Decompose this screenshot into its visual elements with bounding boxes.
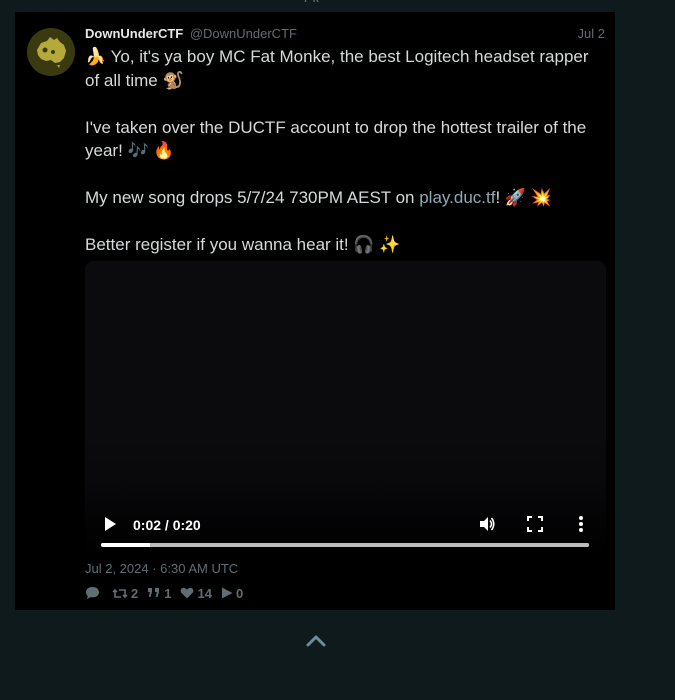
display-name[interactable]: DownUnderCTF [85, 26, 183, 41]
speech-bubble-icon [86, 587, 99, 599]
volume-icon[interactable] [478, 515, 496, 533]
tweet-body: 🍌 Yo, it's ya boy MC Fat Monke, the best… [85, 45, 595, 280]
video-controls: 0:02 / 0:20 [85, 482, 606, 552]
play-count: 0 [235, 585, 244, 601]
play-duc-tf-link[interactable]: play.duc.tf [419, 188, 495, 207]
page: ᴾ ᴿ DownUnderCTF @DownUnderCTF Jul 2 🍌 Y… [0, 0, 675, 700]
banana-emoji: 🍌 [85, 47, 107, 66]
tweet-paragraph-1: 🍌 Yo, it's ya boy MC Fat Monke, the best… [85, 45, 595, 92]
rocket-collision-emoji: 🚀 💥 [504, 188, 552, 207]
retweet-stat[interactable]: 2 [112, 586, 138, 601]
retweet-icon [112, 588, 128, 598]
tweet-paragraph-2: I've taken over the DUCTF account to dro… [85, 116, 595, 163]
fullscreen-icon[interactable] [526, 515, 544, 533]
music-fire-emoji: 🎶 🔥 [127, 141, 175, 160]
retweet-count: 2 [131, 585, 139, 601]
video-progress-fill [101, 543, 150, 547]
tweet-date-link[interactable]: Jul 2 [578, 26, 605, 41]
previous-item-fragment: ᴾ ᴿ [305, 0, 319, 8]
tweet-paragraph-4: Better register if you wanna hear it! 🎧 … [85, 233, 595, 257]
tweet-paragraph-3: My new song drops 5/7/24 730PM AEST on p… [85, 186, 595, 210]
tweet-line-4: Better register if you wanna hear it! [85, 235, 349, 254]
tweet-card: DownUnderCTF @DownUnderCTF Jul 2 🍌 Yo, i… [15, 12, 615, 610]
tweet-line-3-end: ! [495, 188, 501, 207]
like-count: 14 [197, 585, 212, 601]
like-stat[interactable]: 14 [180, 585, 212, 601]
avatar[interactable] [27, 28, 75, 76]
video-progress-remaining [149, 543, 589, 547]
tweet-line-1: Yo, it's ya boy MC Fat Monke, the best L… [85, 47, 589, 90]
more-options-icon[interactable] [578, 515, 584, 533]
quote-stat[interactable]: 1 [147, 586, 171, 601]
play-stat[interactable]: 0 [221, 586, 243, 601]
play-icon[interactable] [103, 516, 117, 532]
monkey-emoji: 🐒 [162, 70, 184, 90]
video-time-display: 0:02 / 0:20 [133, 517, 201, 533]
play-count-icon [221, 587, 233, 599]
tweet-line-3: My new song drops 5/7/24 730PM AEST on [85, 188, 420, 207]
tweet-header: DownUnderCTF @DownUnderCTF Jul 2 [85, 26, 605, 44]
chevron-up-icon[interactable] [305, 632, 327, 650]
reply-stat[interactable] [85, 586, 103, 600]
australia-logo-icon [27, 28, 75, 76]
quote-icon [148, 588, 160, 597]
tweet-stats: 2 1 14 0 [85, 585, 252, 601]
tweet-timestamp[interactable]: Jul 2, 2024 · 6:30 AM UTC [85, 561, 238, 576]
video-player[interactable]: 0:02 / 0:20 [85, 261, 606, 552]
quote-count: 1 [164, 585, 172, 601]
headphone-sparkles-emoji: 🎧 ✨ [353, 235, 401, 254]
username[interactable]: @DownUnderCTF [190, 26, 297, 41]
heart-icon [181, 587, 194, 599]
video-progress-bar[interactable] [101, 543, 589, 547]
